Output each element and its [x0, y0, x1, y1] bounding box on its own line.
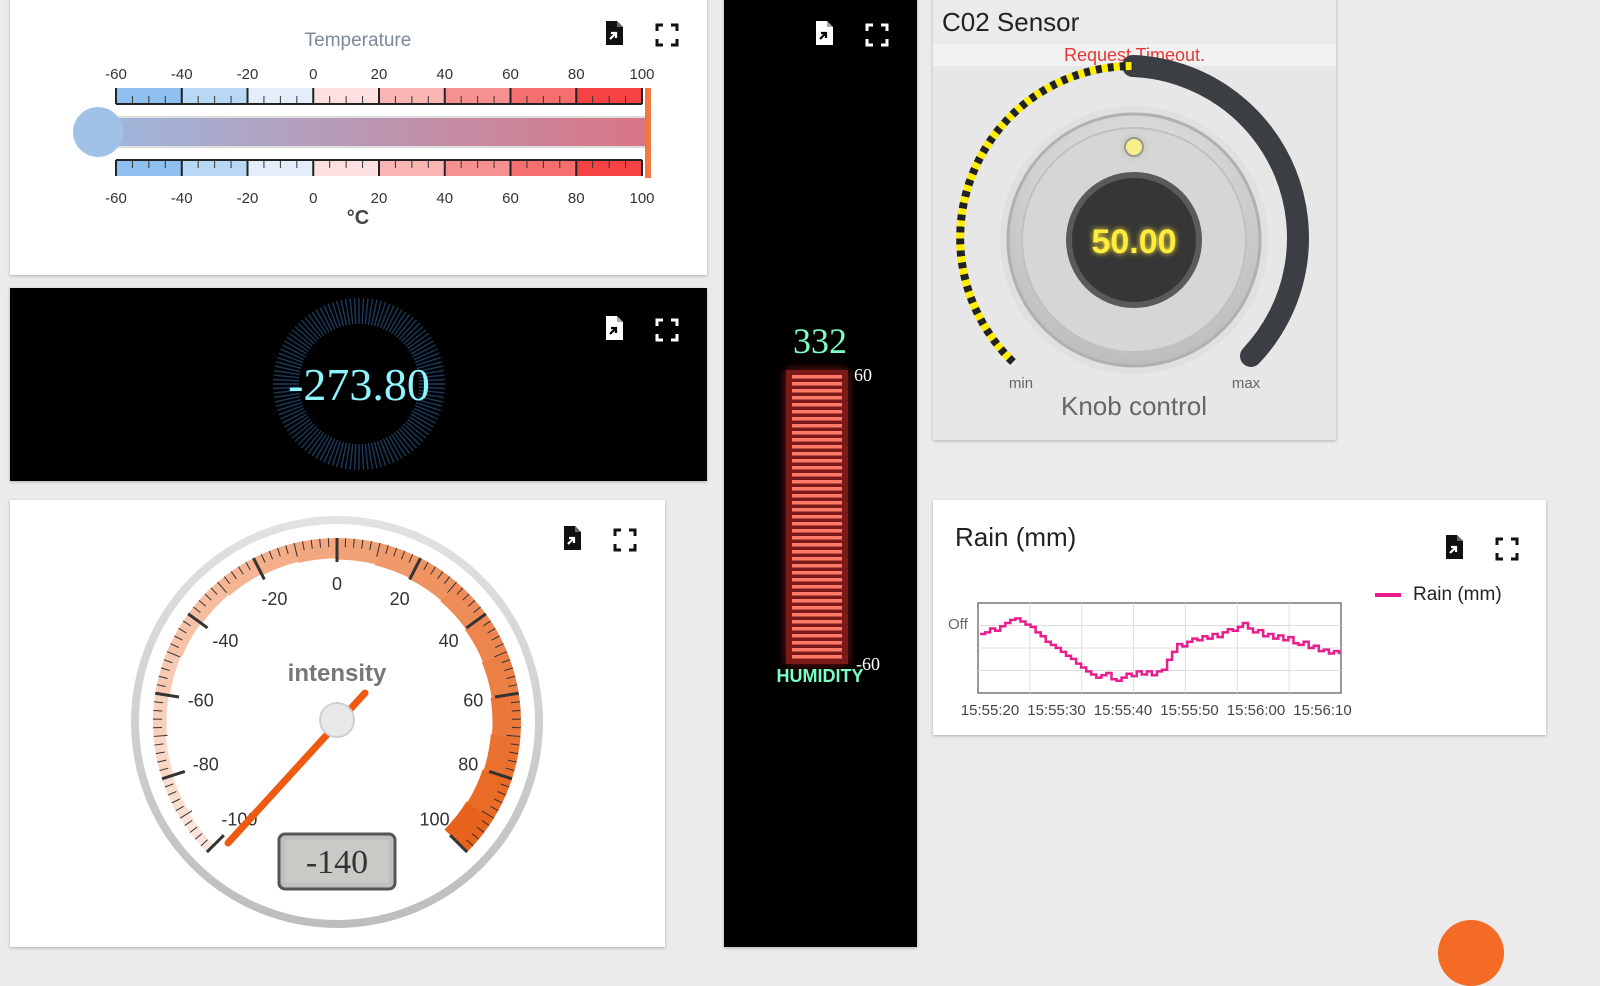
- scale-label-bottom: -20: [237, 190, 259, 207]
- fullscreen-icon: [653, 21, 681, 49]
- thermometer-tube: [96, 117, 646, 147]
- scale-label-top: -20: [237, 66, 259, 83]
- dial-scale-label: -40: [212, 631, 238, 651]
- dial-scale-label: 100: [420, 810, 450, 830]
- intensity-widget: -100-80-60-40-20020406080100 intensity -…: [10, 500, 665, 947]
- co2-sensor-widget: C02 Sensor Request Timeout. 50.00 min ma…: [933, 0, 1336, 440]
- export-button[interactable]: [600, 314, 628, 342]
- dial-scale-label: 0: [332, 574, 342, 594]
- intensity-dial: -100-80-60-40-20020406080100 intensity -…: [10, 500, 665, 947]
- export-button[interactable]: [810, 19, 838, 47]
- dial-scale-label: 60: [463, 690, 483, 710]
- scale-label-bottom: 60: [502, 190, 519, 207]
- digital-value: -273.80: [288, 359, 430, 410]
- fullscreen-icon: [863, 21, 891, 49]
- scale-label-top: 60: [502, 66, 519, 83]
- x-tick-label: 15:55:30: [1027, 702, 1085, 719]
- knob-indicator: [1125, 138, 1143, 156]
- intensity-title: intensity: [288, 660, 387, 687]
- scale-label-top: 40: [436, 66, 453, 83]
- dial-scale-label: -60: [188, 690, 214, 710]
- fullscreen-button[interactable]: [611, 526, 639, 554]
- scale-label-bottom: 100: [629, 190, 654, 207]
- co2-value: 50.00: [1091, 223, 1176, 261]
- scale-label-top: 100: [629, 66, 654, 83]
- y-tick-label: Off: [948, 616, 969, 633]
- digital-gauge-widget: -273.80: [10, 288, 707, 481]
- rain-widget: Rain (mm) Rain (mm) Off 15:55:2015:55:30…: [933, 500, 1546, 735]
- file-export-icon: [600, 19, 628, 47]
- scale-label-top: 0: [309, 66, 317, 83]
- file-export-icon: [558, 524, 586, 552]
- x-tick-label: 15:55:40: [1094, 702, 1152, 719]
- fullscreen-button[interactable]: [653, 316, 681, 344]
- scale-label-top: 20: [371, 66, 388, 83]
- temperature-title: Temperature: [305, 30, 412, 51]
- fullscreen-icon: [611, 526, 639, 554]
- file-export-icon: [600, 314, 628, 342]
- humidity-bar-gauge: 332 60 -60 HUMIDITY: [724, 0, 917, 947]
- knob-min-label: min: [1009, 375, 1033, 392]
- file-export-icon: [810, 19, 838, 47]
- scale-label-top: -60: [105, 66, 127, 83]
- scale-label-bottom: 20: [371, 190, 388, 207]
- knob-control[interactable]: 50.00 min max Knob control: [933, 0, 1336, 440]
- rain-line-chart: Off 15:55:20 15:55:30 15:55:40 15:55:50 15:5…: [933, 500, 1546, 735]
- scale-label-bottom: 0: [309, 190, 317, 207]
- intensity-value-display: -140: [306, 844, 368, 881]
- fullscreen-button[interactable]: [863, 21, 891, 49]
- scale-label-top: -40: [171, 66, 193, 83]
- export-button[interactable]: [558, 524, 586, 552]
- thermometer-marker: [645, 88, 651, 178]
- scale-label-bottom: -40: [171, 190, 193, 207]
- scale-label-bottom: -60: [105, 190, 127, 207]
- fullscreen-button[interactable]: [653, 21, 681, 49]
- dial-scale-label: 80: [458, 755, 478, 775]
- fullscreen-icon: [653, 316, 681, 344]
- scale-label-bottom: 40: [436, 190, 453, 207]
- x-tick-label: 15:56:10: [1293, 702, 1351, 719]
- humidity-widget: 332 60 -60 HUMIDITY: [724, 0, 917, 947]
- temperature-unit: °C: [347, 207, 369, 229]
- dial-scale-label: 20: [390, 589, 410, 609]
- knob-max-label: max: [1232, 375, 1261, 392]
- temperature-widget: Temperature -60 -40 -20 0 20 40 60 80 100 -60 -40…: [10, 0, 707, 275]
- scale-label-bottom: 80: [568, 190, 585, 207]
- dial-scale-label: -80: [193, 755, 219, 775]
- knob-caption: Knob control: [1061, 391, 1207, 421]
- x-tick-label: 15:56:00: [1227, 702, 1285, 719]
- dial-scale-label: -20: [261, 589, 287, 609]
- x-tick-label: 15:55:20: [961, 702, 1019, 719]
- scale-label-top: 80: [568, 66, 585, 83]
- floating-action-button[interactable]: [1438, 920, 1504, 986]
- humidity-value: 332: [793, 321, 847, 361]
- thermometer-bulb: [73, 107, 123, 157]
- needle-pivot: [320, 703, 354, 737]
- x-tick-label: 15:55:50: [1160, 702, 1218, 719]
- dial-scale-label: 40: [439, 631, 459, 651]
- humidity-label: HUMIDITY: [777, 666, 864, 686]
- export-button[interactable]: [600, 19, 628, 47]
- humidity-max-label: 60: [854, 365, 872, 385]
